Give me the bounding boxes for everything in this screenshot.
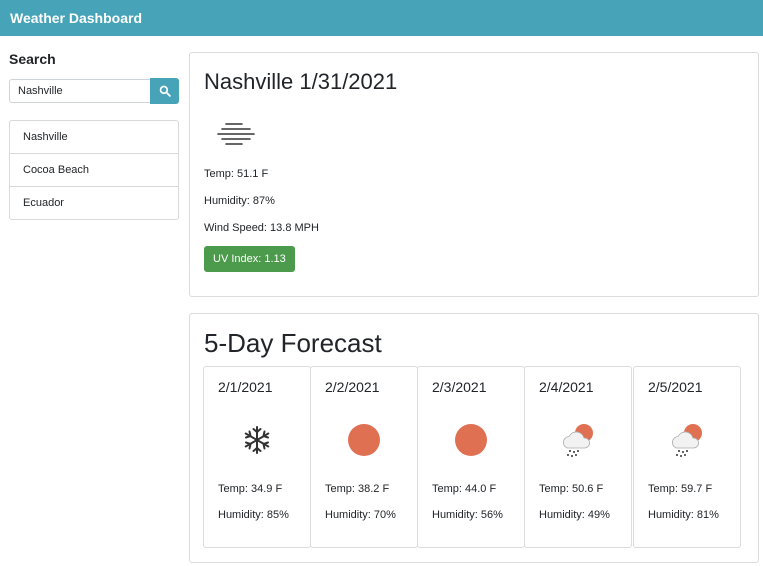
forecast-temp: Temp: 34.9 F [218, 483, 283, 495]
forecast-day-card: 2/1/2021 Temp: 34.9 F Humidity: 85% [203, 366, 311, 548]
history-item-cocoa-beach[interactable]: Cocoa Beach [9, 153, 179, 187]
current-weather-card: Nashville 1/31/2021 Temp: 51.1 F Humidit… [189, 52, 759, 297]
navbar: Weather Dashboard [0, 0, 763, 36]
uv-index-badge: UV Index: 1.13 [204, 246, 295, 272]
forecast-day-card: 2/4/2021 Temp: 50.6 F Humidity: 49% [524, 366, 632, 548]
forecast-temp: Temp: 44.0 F [432, 483, 497, 495]
forecast-date: 2/2/2021 [325, 379, 380, 395]
forecast-date: 2/1/2021 [218, 379, 273, 395]
forecast-card: 5-Day Forecast 2/1/2021 Temp: 34.9 F Hum… [189, 313, 759, 563]
current-temp: Temp: 51.1 F [204, 168, 269, 180]
city-search-input[interactable] [9, 79, 151, 103]
history-item-ecuador[interactable]: Ecuador [9, 186, 179, 220]
forecast-humidity: Humidity: 70% [325, 509, 396, 521]
forecast-humidity: Humidity: 81% [648, 509, 719, 521]
search-button[interactable] [150, 78, 179, 104]
sun-icon [455, 424, 487, 456]
forecast-humidity: Humidity: 49% [539, 509, 610, 521]
fog-icon [217, 123, 255, 145]
current-wind-speed: Wind Speed: 13.8 MPH [204, 222, 319, 234]
forecast-heading: 5-Day Forecast [204, 328, 382, 358]
forecast-day-card: 2/5/2021 Temp: 59.7 F Humidity: 81% [633, 366, 741, 548]
forecast-day-card: 2/3/2021 Temp: 44.0 F Humidity: 56% [417, 366, 525, 548]
sun-cloud-rain-icon [672, 424, 702, 457]
forecast-temp: Temp: 59.7 F [648, 483, 713, 495]
sun-icon [348, 424, 380, 456]
forecast-day-card: 2/2/2021 Temp: 38.2 F Humidity: 70% [310, 366, 418, 548]
history-item-nashville[interactable]: Nashville [9, 120, 179, 154]
forecast-temp: Temp: 38.2 F [325, 483, 390, 495]
forecast-date: 2/5/2021 [648, 379, 703, 395]
forecast-date: 2/3/2021 [432, 379, 487, 395]
current-humidity: Humidity: 87% [204, 195, 275, 207]
forecast-humidity: Humidity: 85% [218, 509, 289, 521]
search-icon [159, 85, 171, 97]
snowflake-icon [244, 426, 270, 454]
sun-cloud-rain-icon [563, 424, 593, 457]
search-heading: Search [9, 51, 56, 67]
app-title: Weather Dashboard [10, 10, 142, 26]
search-history-list: Nashville Cocoa Beach Ecuador [9, 120, 179, 220]
forecast-humidity: Humidity: 56% [432, 509, 503, 521]
current-city-date: Nashville 1/31/2021 [204, 69, 398, 94]
forecast-temp: Temp: 50.6 F [539, 483, 604, 495]
forecast-date: 2/4/2021 [539, 379, 594, 395]
